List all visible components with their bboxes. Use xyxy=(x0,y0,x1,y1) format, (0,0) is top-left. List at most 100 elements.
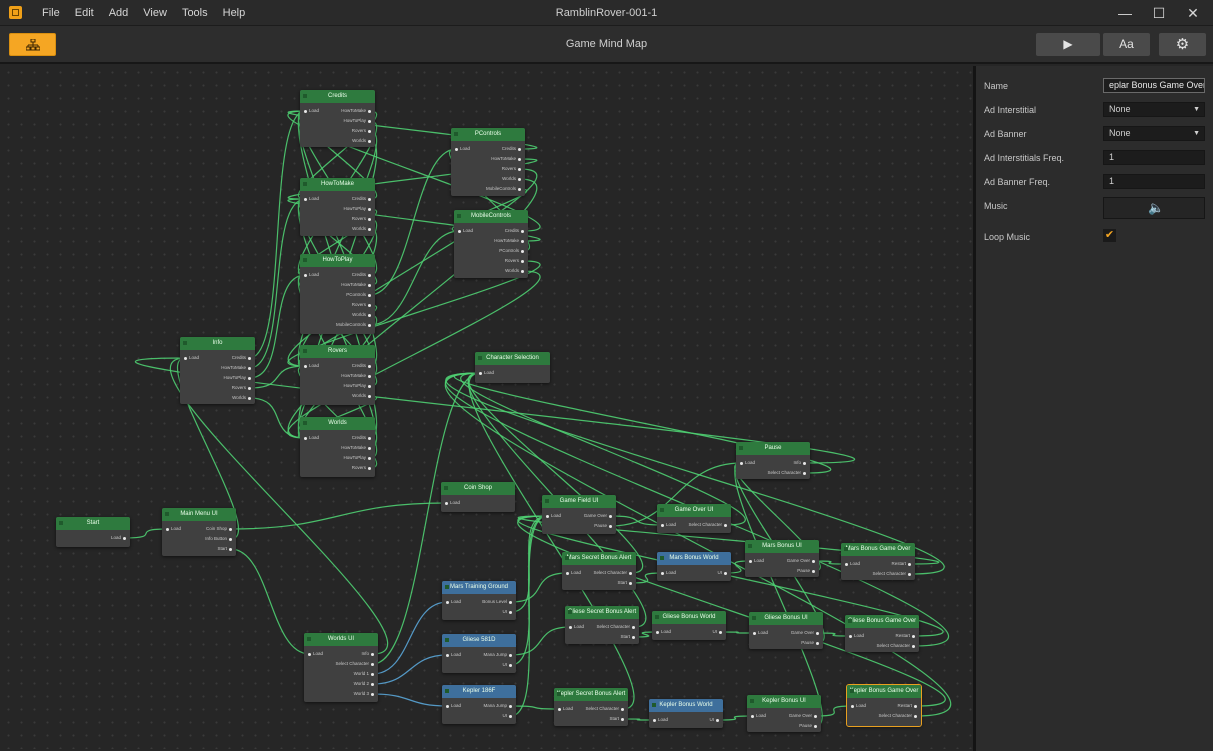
node-title[interactable]: Kepler Secret Bonus Alert xyxy=(554,688,628,701)
input-port-icon[interactable] xyxy=(479,371,482,375)
mind-map-button[interactable] xyxy=(9,33,56,56)
node-title[interactable]: Gliese Bonus UI xyxy=(749,612,823,625)
ad-interstitial-select[interactable]: None ▼ xyxy=(1103,102,1205,117)
node-title[interactable]: Info xyxy=(180,337,255,350)
output-port-icon[interactable] xyxy=(368,456,371,460)
output-port-icon[interactable] xyxy=(248,396,251,400)
menu-edit[interactable]: Edit xyxy=(69,0,100,26)
output-port-icon[interactable] xyxy=(719,630,722,634)
node-kepler-secret-bonus-alert[interactable]: Kepler Secret Bonus Alert Load Select Char… xyxy=(554,688,628,726)
input-port-icon[interactable] xyxy=(304,364,307,368)
node-title[interactable]: Rovers xyxy=(300,345,375,358)
node-character-selection[interactable]: Character Selection Load xyxy=(475,352,550,383)
node-mars-bonus-world[interactable]: Mars Bonus World Load UI xyxy=(657,552,731,581)
output-port-icon[interactable] xyxy=(912,634,915,638)
output-port-icon[interactable] xyxy=(814,714,817,718)
node-title[interactable]: Game Over UI xyxy=(657,504,731,517)
output-port-icon[interactable] xyxy=(518,147,521,151)
input-port-icon[interactable] xyxy=(569,625,572,629)
output-port-icon[interactable] xyxy=(368,313,371,317)
output-port-icon[interactable] xyxy=(609,514,612,518)
output-port-icon[interactable] xyxy=(814,724,817,728)
output-port-icon[interactable] xyxy=(812,559,815,563)
output-port-icon[interactable] xyxy=(371,682,374,686)
input-port-icon[interactable] xyxy=(446,704,449,708)
input-port-icon[interactable] xyxy=(851,704,854,708)
output-port-icon[interactable] xyxy=(621,717,624,721)
output-port-icon[interactable] xyxy=(371,652,374,656)
node-game-field-ui[interactable]: Game Field UI Load Game Over Pause xyxy=(542,495,616,534)
node-mars-bonus-ui[interactable]: Mars Bonus UI Load Game Over Pause xyxy=(745,540,819,577)
node-coin-shop[interactable]: Coin Shop Load xyxy=(441,482,515,512)
input-port-icon[interactable] xyxy=(849,634,852,638)
node-title[interactable]: Mars Bonus UI xyxy=(745,540,819,553)
node-title[interactable]: Start xyxy=(56,517,130,530)
input-port-icon[interactable] xyxy=(566,571,569,575)
output-port-icon[interactable] xyxy=(368,374,371,378)
node-title[interactable]: Credits xyxy=(300,90,375,103)
node-title[interactable]: HowToPlay xyxy=(300,254,375,267)
input-port-icon[interactable] xyxy=(546,514,549,518)
output-port-icon[interactable] xyxy=(368,129,371,133)
output-port-icon[interactable] xyxy=(812,569,815,573)
output-port-icon[interactable] xyxy=(509,600,512,604)
node-title[interactable]: Kepler Bonus Game Over xyxy=(847,685,921,698)
output-port-icon[interactable] xyxy=(248,366,251,370)
output-port-icon[interactable] xyxy=(908,562,911,566)
output-port-icon[interactable] xyxy=(368,109,371,113)
node-title[interactable]: Pause xyxy=(736,442,810,455)
output-port-icon[interactable] xyxy=(521,249,524,253)
node-howtomake[interactable]: HowToMake Load Credits HowToPlay Rovers World… xyxy=(300,178,375,236)
output-port-icon[interactable] xyxy=(609,524,612,528)
close-button[interactable]: ✕ xyxy=(1176,0,1210,26)
output-port-icon[interactable] xyxy=(368,293,371,297)
input-port-icon[interactable] xyxy=(166,527,169,531)
output-port-icon[interactable] xyxy=(518,167,521,171)
input-port-icon[interactable] xyxy=(753,631,756,635)
node-gliese-bonus-ui[interactable]: Gliese Bonus UI Load Game Over Pause xyxy=(749,612,823,649)
output-port-icon[interactable] xyxy=(518,187,521,191)
node-mobilecontrols[interactable]: MobileControls Load Credits HowToMake PContr… xyxy=(454,210,528,278)
output-port-icon[interactable] xyxy=(914,704,917,708)
node-title[interactable]: Gliese Bonus World xyxy=(652,611,726,624)
output-port-icon[interactable] xyxy=(368,394,371,398)
node-pause[interactable]: Pause Load Info Select Character xyxy=(736,442,810,479)
node-title[interactable]: Game Field UI xyxy=(542,495,616,508)
ad-interstitials-freq-input[interactable]: 1 xyxy=(1103,150,1205,165)
node-gliese-bonus-game-over[interactable]: Gliese Bonus Game Over Load Restart Select … xyxy=(845,615,919,652)
output-port-icon[interactable] xyxy=(368,323,371,327)
ad-banner-select[interactable]: None ▼ xyxy=(1103,126,1205,141)
node-title[interactable]: MobileControls xyxy=(454,210,528,223)
output-port-icon[interactable] xyxy=(621,707,624,711)
font-button[interactable]: Aa xyxy=(1103,33,1150,56)
output-port-icon[interactable] xyxy=(248,356,251,360)
output-port-icon[interactable] xyxy=(518,157,521,161)
output-port-icon[interactable] xyxy=(509,663,512,667)
input-port-icon[interactable] xyxy=(656,630,659,634)
output-port-icon[interactable] xyxy=(629,581,632,585)
node-howtoplay[interactable]: HowToPlay Load Credits HowToMake PControls Ro… xyxy=(300,254,375,334)
loop-music-checkbox[interactable]: ✔ xyxy=(1103,229,1116,242)
output-port-icon[interactable] xyxy=(518,177,521,181)
output-port-icon[interactable] xyxy=(509,714,512,718)
output-port-icon[interactable] xyxy=(371,692,374,696)
output-port-icon[interactable] xyxy=(229,537,232,541)
output-port-icon[interactable] xyxy=(908,572,911,576)
node-worlds[interactable]: Worlds Load Credits HowToMake HowToPlay Rover… xyxy=(300,417,375,477)
output-port-icon[interactable] xyxy=(229,527,232,531)
node-title[interactable]: Gliese Secret Bonus Alert xyxy=(565,606,639,619)
output-port-icon[interactable] xyxy=(368,466,371,470)
output-port-icon[interactable] xyxy=(816,641,819,645)
settings-gear-icon[interactable]: ⚙ xyxy=(1159,33,1206,56)
node-title[interactable]: Mars Bonus World xyxy=(657,552,731,565)
input-port-icon[interactable] xyxy=(751,714,754,718)
input-port-icon[interactable] xyxy=(304,197,307,201)
input-port-icon[interactable] xyxy=(653,718,656,722)
input-port-icon[interactable] xyxy=(661,523,664,527)
input-port-icon[interactable] xyxy=(304,436,307,440)
output-port-icon[interactable] xyxy=(248,376,251,380)
node-pcontrols[interactable]: PControls Load Credits HowToMake Rovers World… xyxy=(451,128,525,196)
output-port-icon[interactable] xyxy=(368,119,371,123)
node-rovers[interactable]: Rovers Load Credits HowToMake HowToPlay World… xyxy=(300,345,375,405)
input-port-icon[interactable] xyxy=(184,356,187,360)
